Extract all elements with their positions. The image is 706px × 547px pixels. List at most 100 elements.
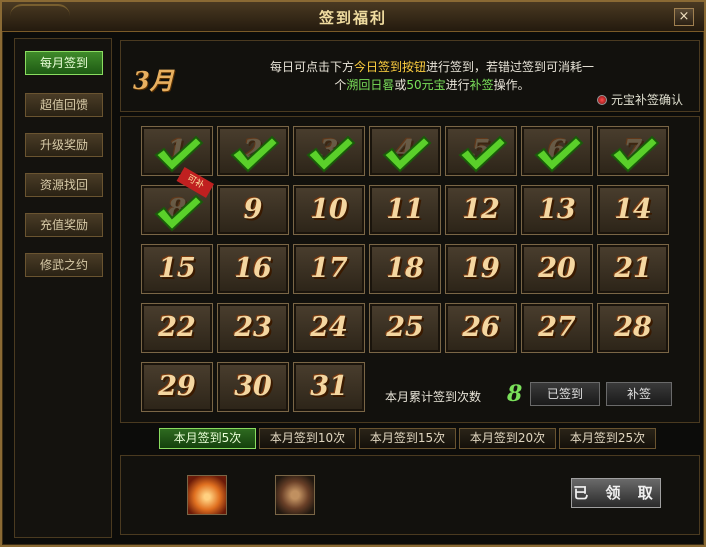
desc-item-sundial: 溯回日晷 [346,78,395,92]
calendar-day-4[interactable]: 4 [369,126,441,176]
makeup-sign-button[interactable]: 补签 [606,382,672,406]
sidebar-item-resource-recovery[interactable]: 资源找回 [25,173,103,197]
day-number: 27 [538,312,576,343]
calendar-day-12[interactable]: 12 [445,185,517,235]
calendar-day-7[interactable]: 7 [597,126,669,176]
day-number: 16 [234,253,272,284]
calendar-day-5[interactable]: 5 [445,126,517,176]
close-button[interactable]: × [674,8,694,26]
desc-item-makeup: 补签 [469,78,494,92]
calendar-day-15[interactable]: 15 [141,244,213,294]
day-number: 9 [243,194,263,225]
instructions-panel: 3月 每日可点击下方今日签到按钮进行签到，若错过签到可消耗一 个溯回日晷或50元… [120,40,700,112]
checkmark-icon [534,135,584,173]
calendar-day-26[interactable]: 26 [445,303,517,353]
calendar-day-29[interactable]: 29 [141,362,213,412]
day-number: 19 [462,253,500,284]
claim-button[interactable]: 已 领 取 [571,478,661,508]
sidebar: 每月签到 超值回馈 升级奖励 资源找回 充值奖励 修武之约 [14,38,112,538]
checkmark-icon [382,135,432,173]
calendar-day-25[interactable]: 25 [369,303,441,353]
day-number: 14 [614,194,652,225]
calendar-day-1[interactable]: 1 [141,126,213,176]
desc-part: 或 [394,78,407,92]
day-number: 31 [310,371,348,402]
title-bar[interactable]: 签到福利 × [2,2,704,32]
calendar-day-23[interactable]: 23 [217,303,289,353]
day-number: 12 [462,194,500,225]
calendar-day-10[interactable]: 10 [293,185,365,235]
reward-panel: 已 领 取 [120,455,700,535]
month-label: 3月 [133,66,174,95]
calendar-day-24[interactable]: 24 [293,303,365,353]
teapot-icon[interactable] [275,475,315,515]
calendar-day-20[interactable]: 20 [521,244,593,294]
calendar-day-28[interactable]: 28 [597,303,669,353]
tab-20-signins[interactable]: 本月签到20次 [459,428,556,449]
day-number: 30 [234,371,272,402]
calendar-day-30[interactable]: 30 [217,362,289,412]
checkmark-icon [154,135,204,173]
checkmark-icon [154,194,204,232]
calendar-day-22[interactable]: 22 [141,303,213,353]
calendar-day-3[interactable]: 3 [293,126,365,176]
confirm-label: 元宝补签确认 [610,93,683,107]
total-sign-in-label: 本月累计签到次数 [385,390,482,404]
day-number: 22 [158,312,196,343]
total-sign-in-count: 8 [507,381,523,407]
calendar-day-18[interactable]: 18 [369,244,441,294]
day-number: 18 [386,253,424,284]
calendar-day-19[interactable]: 19 [445,244,517,294]
ingot-makeup-confirm[interactable]: 元宝补签确认 [596,91,683,108]
sidebar-item-value-rewards[interactable]: 超值回馈 [25,93,103,117]
radio-dot-icon[interactable] [596,95,607,105]
calendar-day-2[interactable]: 2 [217,126,289,176]
checkmark-icon [458,135,508,173]
checkmark-icon [230,135,280,173]
tab-25-signins[interactable]: 本月签到25次 [559,428,656,449]
day-number: 23 [234,312,272,343]
day-number: 13 [538,194,576,225]
desc-part: 个 [334,78,347,92]
tab-10-signins[interactable]: 本月签到10次 [259,428,356,449]
calendar-day-13[interactable]: 13 [521,185,593,235]
sidebar-item-martial-pact[interactable]: 修武之约 [25,253,103,277]
calendar-day-16[interactable]: 16 [217,244,289,294]
desc-part: 进行签到，若错过签到可消耗一 [426,60,595,74]
calendar-day-31[interactable]: 31 [293,362,365,412]
day-number: 26 [462,312,500,343]
day-number: 29 [158,371,196,402]
day-number: 11 [386,194,424,225]
gold-nugget-pile-icon[interactable] [187,475,227,515]
day-number: 28 [614,312,652,343]
day-number: 10 [310,194,348,225]
calendar-day-17[interactable]: 17 [293,244,365,294]
calendar-day-27[interactable]: 27 [521,303,593,353]
desc-highlight: 今日签到按钮 [353,60,426,74]
day-number: 25 [386,312,424,343]
signed-button[interactable]: 已签到 [530,382,600,406]
calendar-day-9[interactable]: 9 [217,185,289,235]
desc-part: 进行 [445,78,470,92]
day-number: 21 [614,253,652,284]
sign-in-window: 签到福利 × 每月签到 超值回馈 升级奖励 资源找回 充值奖励 修武之约 3月 … [0,0,706,547]
calendar-day-21[interactable]: 21 [597,244,669,294]
day-number: 20 [538,253,576,284]
tab-5-signins[interactable]: 本月签到5次 [159,428,256,449]
day-number: 17 [310,253,348,284]
window-title: 签到福利 [318,9,387,27]
sidebar-item-level-rewards[interactable]: 升级奖励 [25,133,103,157]
calendar-day-14[interactable]: 14 [597,185,669,235]
sidebar-item-recharge-rewards[interactable]: 充值奖励 [25,213,103,237]
calendar-panel: 1 2 3 4 5 6 7 8 可补 9 10 11 12 13 14 15 16 17 18 19 20 21 22 23 2… [120,116,700,423]
desc-part: 每日可点击下方 [269,60,354,74]
desc-item-ingot: 50元宝 [406,78,446,92]
tab-15-signins[interactable]: 本月签到15次 [359,428,456,449]
desc-part: 操作。 [493,78,530,92]
day-number: 15 [158,253,196,284]
calendar-day-8[interactable]: 8 可补 [141,167,214,235]
sidebar-item-monthly-sign-in[interactable]: 每月签到 [25,51,103,75]
calendar-day-11[interactable]: 11 [369,185,441,235]
instructions-text: 每日可点击下方今日签到按钮进行签到，若错过签到可消耗一 个溯回日晷或50元宝进行… [187,58,677,94]
calendar-day-6[interactable]: 6 [521,126,593,176]
